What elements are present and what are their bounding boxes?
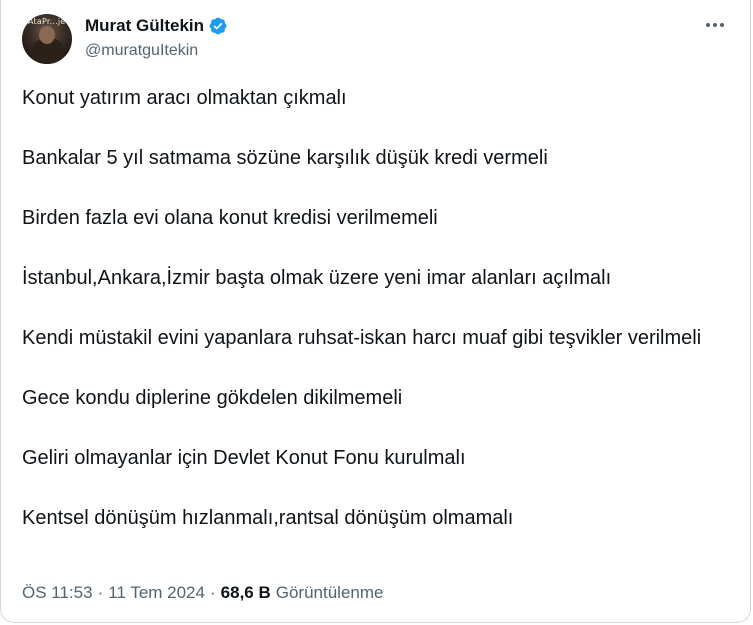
more-icon[interactable] (704, 14, 726, 36)
more-dots-icon (706, 23, 724, 27)
tweet-text: Konut yatırım aracı olmaktan çıkmalı Ban… (22, 83, 722, 563)
tweet-card: AtaPr...je Murat Gültekin @muratguItekin… (0, 0, 751, 623)
avatar-label: AtaPr...je (28, 17, 66, 26)
avatar-head (39, 26, 55, 44)
tweet-line: Birden fazla evi olana konut kredisi ver… (22, 207, 438, 229)
views-label: Görüntülenme (275, 583, 384, 602)
author-name-row[interactable]: Murat Gültekin (85, 16, 228, 36)
tweet-date[interactable]: 11 Tem 2024 (108, 583, 205, 603)
tweet-time[interactable]: ÖS 11:53 (22, 583, 93, 603)
tweet-line: İstanbul,Ankara,İzmir başta olmak üzere … (22, 267, 612, 289)
author-name[interactable]: Murat Gültekin (85, 16, 204, 36)
tweet-line: Kentsel dönüşüm hızlanmalı,rantsal dönüş… (22, 507, 514, 529)
author-handle[interactable]: @muratguItekin (85, 42, 198, 60)
meta-separator: · (209, 583, 216, 602)
tweet-line: Geliri olmayanlar için Devlet Konut Fonu… (22, 447, 466, 469)
tweet-line: Bankalar 5 yıl satmama sözüne karşılık d… (22, 147, 548, 169)
tweet-line: Gece kondu diplerine gökdelen dikilmemel… (22, 387, 403, 409)
tweet-line: Kendi müstakil evini yapanlara ruhsat-is… (22, 327, 702, 349)
tweet-line: Konut yatırım aracı olmaktan çıkmalı (22, 87, 347, 109)
avatar[interactable]: AtaPr...je (22, 14, 72, 64)
meta-separator: · (97, 583, 104, 602)
views-count: 68,6 B (220, 583, 271, 602)
verified-badge-icon (209, 17, 227, 35)
tweet-meta: ÖS 11:53 · 11 Tem 2024 · 68,6 B Görüntül… (22, 583, 383, 603)
